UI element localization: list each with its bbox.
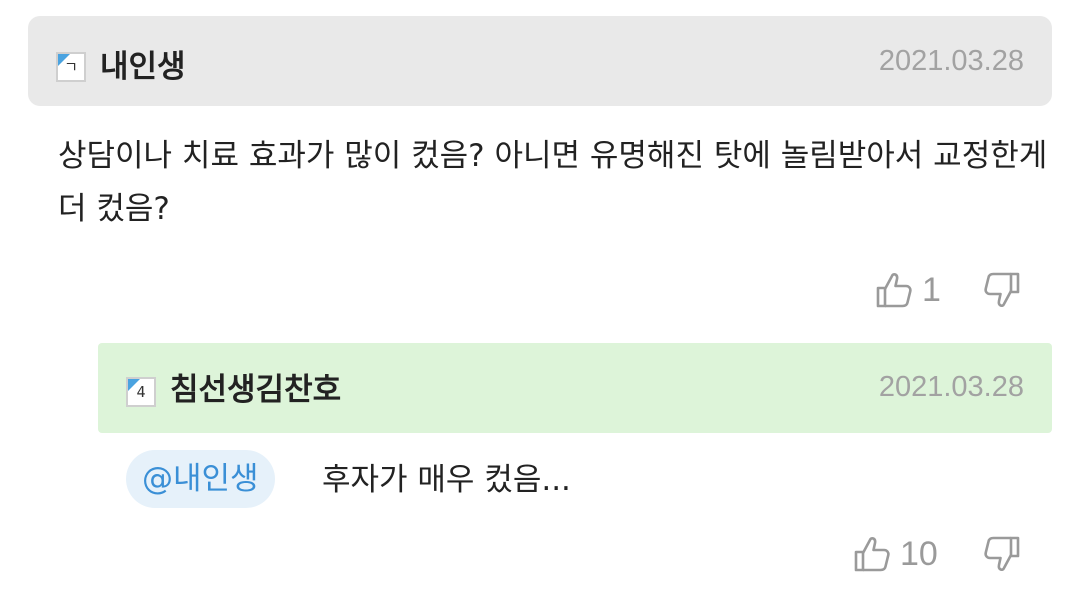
comment-dislike-button[interactable] [982, 270, 1022, 310]
comment-body: 상담이나 치료 효과가 많이 컸음? 아니면 유명해진 탓에 놀림받아서 교정한… [58, 138, 1048, 227]
level-number: 4 [136, 383, 146, 401]
reply-date: 2021.03.28 [878, 371, 1024, 403]
level-badge: ㄱ [56, 52, 86, 82]
comment-username[interactable]: 내인생 [100, 47, 186, 87]
thumbs-up-icon [874, 270, 914, 310]
thumbs-up-icon [852, 534, 892, 574]
reply-like-button[interactable]: 10 [852, 534, 938, 574]
reply-header: 4 침선생김찬호 2021.03.28 [98, 343, 1052, 433]
level-badge: 4 [126, 377, 156, 407]
level-number: ㄱ [64, 58, 78, 76]
reply-dislike-button[interactable] [982, 534, 1022, 574]
reply-like-count: 10 [900, 535, 938, 573]
mention-tag[interactable]: @내인생 [126, 450, 275, 508]
reply-body: 후자가 매우 컸음... [322, 462, 571, 498]
reply-username[interactable]: 침선생김찬호 [170, 370, 341, 410]
comment-like-button[interactable]: 1 [874, 270, 941, 310]
thumbs-down-icon [982, 534, 1022, 574]
comment-like-count: 1 [922, 271, 941, 309]
comment-header: ㄱ 내인생 2021.03.28 [28, 16, 1052, 106]
thumbs-down-icon [982, 270, 1022, 310]
comment-date: 2021.03.28 [878, 45, 1024, 77]
